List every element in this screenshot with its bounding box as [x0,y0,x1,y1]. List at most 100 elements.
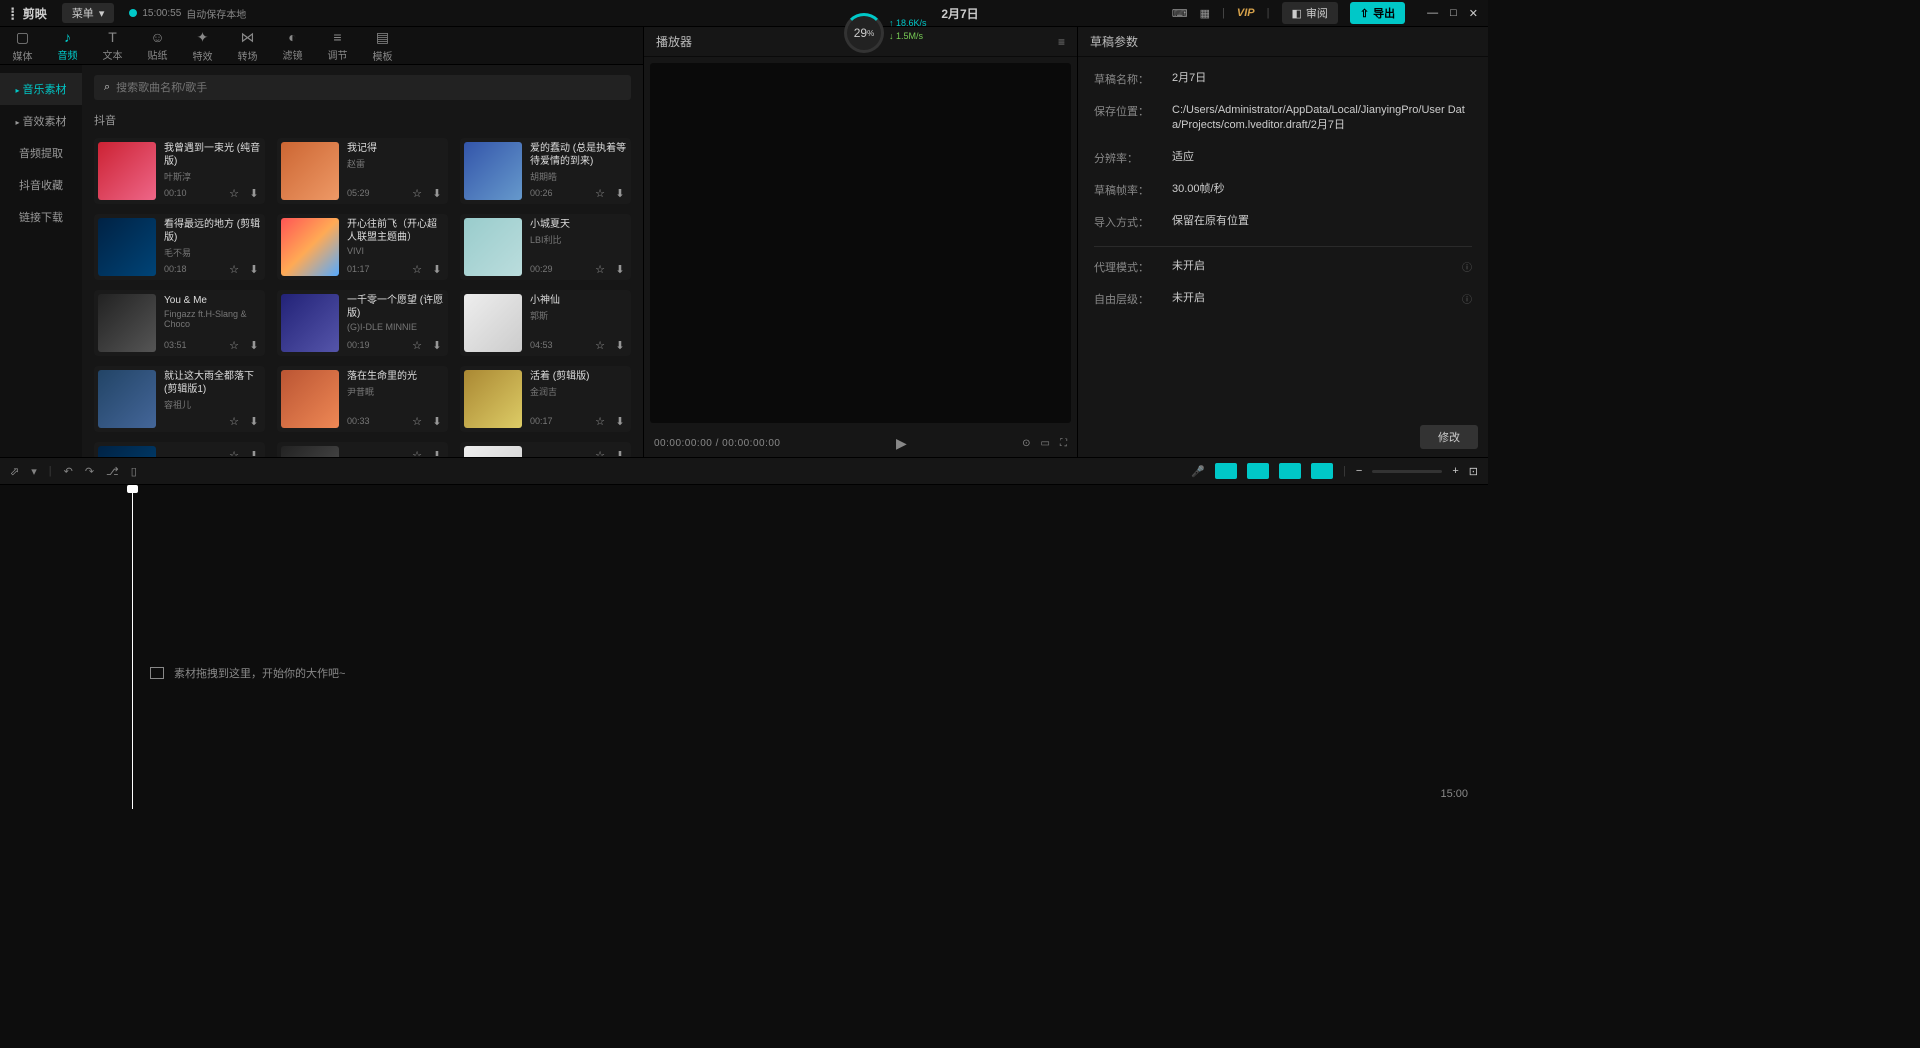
menu-button[interactable]: 菜单 ▾ [62,3,115,23]
music-card[interactable]: 阿珍爱上了阿强☆⬇ [277,442,448,457]
review-button[interactable]: ◧ 审阅 [1282,2,1338,24]
music-card[interactable]: 落在生命里的光尹昔眠00:33☆⬇ [277,366,448,432]
modify-button[interactable]: 修改 [1420,425,1478,449]
redo-icon[interactable]: ↷ [85,465,94,478]
track-btn-1[interactable] [1215,463,1237,479]
music-card[interactable]: 我记得赵雷05:29☆⬇ [277,138,448,204]
export-icon: ⇧ [1360,7,1369,20]
music-card[interactable]: 爱的蠢动 (总是执着等待爱情的到来)胡期皓00:26☆⬇ [460,138,631,204]
track-btn-2[interactable] [1247,463,1269,479]
info-icon[interactable]: ⓘ [1462,259,1472,275]
player-viewport[interactable] [650,63,1071,423]
favorite-icon[interactable]: ☆ [593,186,607,200]
music-card[interactable]: 满天星辰不及你(剪☆⬇ [94,442,265,457]
favorite-icon[interactable]: ☆ [593,338,607,352]
player-menu-icon[interactable]: ≡ [1058,35,1065,49]
download-icon[interactable]: ⬇ [430,262,444,276]
shortcut-icon[interactable]: ⌨ [1172,7,1188,20]
favorite-icon[interactable]: ☆ [227,414,241,428]
timeline[interactable]: 素材拖拽到这里，开始你的大作吧~ 15:00 [0,485,1488,805]
favorite-icon[interactable]: ☆ [410,448,424,456]
split-icon[interactable]: ⎇ [106,465,119,478]
favorite-icon[interactable]: ☆ [410,338,424,352]
mic-icon[interactable]: 🎤 [1191,465,1205,478]
top-tab-4[interactable]: ✦特效 [180,27,225,64]
music-card[interactable]: 一千零一个愿望 (许愿版)(G)I-DLE MINNIE00:19☆⬇ [277,290,448,356]
info-icon[interactable]: ⓘ [1462,291,1472,307]
music-card[interactable]: 带我去找夜生活☆⬇ [460,442,631,457]
search-input[interactable] [116,82,621,94]
favorite-icon[interactable]: ☆ [227,338,241,352]
zoom-fit-icon[interactable]: ⊡ [1469,465,1478,478]
side-tab-0[interactable]: ▸音乐素材 [0,73,82,105]
favorite-icon[interactable]: ☆ [410,414,424,428]
favorite-icon[interactable]: ☆ [410,186,424,200]
download-icon[interactable]: ⬇ [613,262,627,276]
download-icon[interactable]: ⬇ [247,262,261,276]
search-box[interactable]: ⌕ [94,75,631,100]
music-card[interactable]: 小神仙郭斯04:53☆⬇ [460,290,631,356]
download-icon[interactable]: ⬇ [247,414,261,428]
zoom-in-icon[interactable]: + [1452,465,1458,477]
download-icon[interactable]: ⬇ [430,338,444,352]
delete-icon[interactable]: ▯ [131,465,137,478]
tab-label: 贴纸 [148,47,168,62]
download-icon[interactable]: ⬇ [613,186,627,200]
top-tab-5[interactable]: ⋈转场 [225,27,270,64]
zoom-out-icon[interactable]: − [1356,465,1362,477]
side-tab-3[interactable]: 抖音收藏 [0,169,82,201]
zoom-slider[interactable] [1372,470,1442,473]
undo-icon[interactable]: ↶ [64,465,73,478]
download-icon[interactable]: ⬇ [613,448,627,456]
download-icon[interactable]: ⬇ [430,186,444,200]
favorite-icon[interactable]: ☆ [410,262,424,276]
top-tab-2[interactable]: T文本 [90,27,135,64]
music-card[interactable]: 我曾遇到一束光 (纯音版)叶斯淳00:10☆⬇ [94,138,265,204]
close-icon[interactable]: ✕ [1469,7,1478,20]
favorite-icon[interactable]: ☆ [227,262,241,276]
download-icon[interactable]: ⬇ [613,338,627,352]
top-tab-6[interactable]: ◐滤镜 [270,27,315,64]
side-tab-4[interactable]: 链接下载 [0,201,82,233]
fullscreen-icon[interactable]: ⛶ [1060,438,1067,449]
music-card[interactable]: You & MeFingazz ft.H-Slang & Choco03:51☆… [94,290,265,356]
favorite-icon[interactable]: ☆ [593,448,607,456]
top-tab-7[interactable]: ≡调节 [315,27,360,64]
download-icon[interactable]: ⬇ [430,414,444,428]
minimize-icon[interactable]: — [1427,7,1438,20]
playhead[interactable] [132,489,133,809]
download-icon[interactable]: ⬇ [247,338,261,352]
layout-icon[interactable]: ▦ [1200,7,1210,20]
download-icon[interactable]: ⬇ [247,186,261,200]
favorite-icon[interactable]: ☆ [227,448,241,456]
top-tab-1[interactable]: ♪音频 [45,27,90,64]
focus-icon[interactable]: ⊙ [1022,438,1030,449]
vip-badge[interactable]: VIP [1237,7,1255,19]
cursor-tool-icon[interactable]: ⬀ [10,465,19,478]
top-tab-3[interactable]: ☺贴纸 [135,27,180,64]
ratio-icon[interactable]: ▭ [1041,438,1050,449]
download-icon[interactable]: ⬇ [247,448,261,456]
player-panel: 29% ↑ 18.6K/s ↓ 1.5M/s 播放器 ≡ 00:00:00:00… [644,27,1078,457]
top-tab-0[interactable]: ▢媒体 [0,27,45,64]
music-card[interactable]: 活着 (剪辑版)金润吉00:17☆⬇ [460,366,631,432]
maximize-icon[interactable]: □ [1450,7,1457,20]
track-btn-3[interactable] [1279,463,1301,479]
tool-chevron-icon[interactable]: ▾ [31,465,37,478]
track-btn-4[interactable] [1311,463,1333,479]
favorite-icon[interactable]: ☆ [593,414,607,428]
music-card[interactable]: 就让这大雨全都落下 (剪辑版1)容祖儿☆⬇ [94,366,265,432]
music-card[interactable]: 开心往前飞（开心超人联盟主题曲）VIVI01:17☆⬇ [277,214,448,280]
favorite-icon[interactable]: ☆ [227,186,241,200]
download-icon[interactable]: ⬇ [430,448,444,456]
music-card[interactable]: 看得最远的地方 (剪辑版)毛不易00:18☆⬇ [94,214,265,280]
music-card[interactable]: 小城夏天LBI利比00:29☆⬇ [460,214,631,280]
side-tab-1[interactable]: ▸音效素材 [0,105,82,137]
play-button[interactable]: ▶ [896,435,907,452]
side-tab-2[interactable]: 音频提取 [0,137,82,169]
export-button[interactable]: ⇧ 导出 [1350,2,1405,24]
download-icon[interactable]: ⬇ [613,414,627,428]
favorite-icon[interactable]: ☆ [593,262,607,276]
top-tab-8[interactable]: ▤模板 [360,27,405,64]
side-tab-label: 音乐素材 [23,84,67,96]
